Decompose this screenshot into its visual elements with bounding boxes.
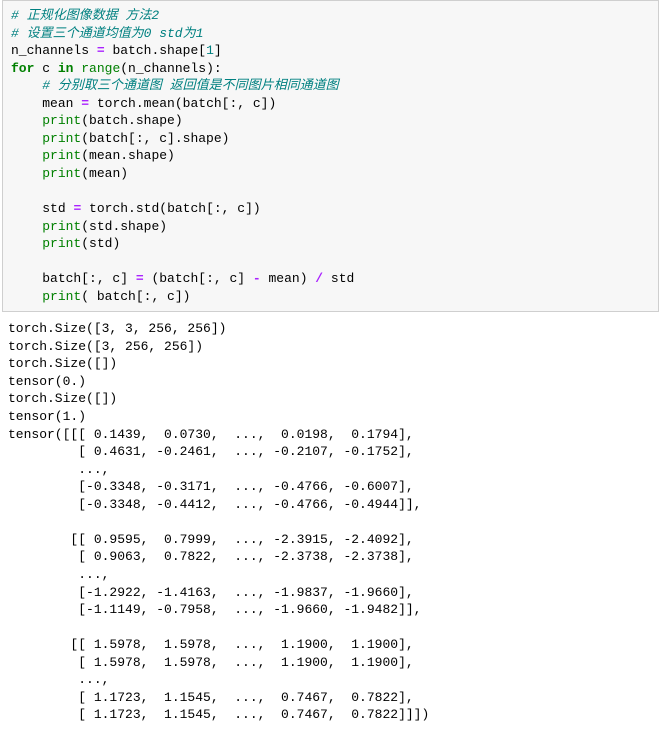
output-line: tensor(0.): [8, 374, 86, 389]
output-line: [ 0.9063, 0.7822, ..., -2.3738, -2.3738]…: [8, 549, 414, 564]
output-line: torch.Size([]): [8, 356, 117, 371]
output-line: [[ 0.9595, 0.7999, ..., -2.3915, -2.4092…: [8, 532, 414, 547]
code-line-7: print(batch.shape): [11, 113, 183, 128]
code-line-14: print(std): [11, 236, 120, 251]
comment-line-2: # 设置三个通道均值为0 std为1: [11, 26, 203, 41]
code-line-6: mean = torch.mean(batch[:, c]): [11, 96, 276, 111]
output-line: [ 0.4631, -0.2461, ..., -0.2107, -0.1752…: [8, 444, 414, 459]
output-line: tensor(1.): [8, 409, 86, 424]
output-line: [[ 1.5978, 1.5978, ..., 1.1900, 1.1900],: [8, 637, 414, 652]
code-line-5: # 分别取三个通道图 返回值是不同图片相同通道图: [11, 78, 339, 93]
output-line: [-1.2922, -1.4163, ..., -1.9837, -1.9660…: [8, 585, 414, 600]
code-line-17: print( batch[:, c]): [11, 289, 190, 304]
code-cell[interactable]: # 正规化图像数据 方法2 # 设置三个通道均值为0 std为1 n_chann…: [2, 0, 659, 312]
code-line-12: std = torch.std(batch[:, c]): [11, 201, 261, 216]
output-line: [-0.3348, -0.4412, ..., -0.4766, -0.4944…: [8, 497, 421, 512]
output-line: [ 1.5978, 1.5978, ..., 1.1900, 1.1900],: [8, 655, 414, 670]
code-line-13: print(std.shape): [11, 219, 167, 234]
output-line: tensor([[[ 0.1439, 0.0730, ..., 0.0198, …: [8, 427, 414, 442]
output-line: ...,: [8, 672, 109, 687]
code-line-8: print(batch[:, c].shape): [11, 131, 229, 146]
code-line-16: batch[:, c] = (batch[:, c] - mean) / std: [11, 271, 354, 286]
code-line-4: for c in range(n_channels):: [11, 61, 222, 76]
output-line: torch.Size([3, 3, 256, 256]): [8, 321, 226, 336]
output-line: [ 1.1723, 1.1545, ..., 0.7467, 0.7822],: [8, 690, 414, 705]
output-line: torch.Size([]): [8, 391, 117, 406]
output-line: torch.Size([3, 256, 256]): [8, 339, 203, 354]
code-line-9: print(mean.shape): [11, 148, 175, 163]
output-cell: torch.Size([3, 3, 256, 256]) torch.Size(…: [0, 316, 661, 728]
comment-line-1: # 正规化图像数据 方法2: [11, 8, 159, 23]
output-line: ...,: [8, 462, 109, 477]
output-line: [ 1.1723, 1.1545, ..., 0.7467, 0.7822]]]…: [8, 707, 429, 722]
code-line-10: print(mean): [11, 166, 128, 181]
output-line: [-1.1149, -0.7958, ..., -1.9660, -1.9482…: [8, 602, 421, 617]
output-line: [-0.3348, -0.3171, ..., -0.4766, -0.6007…: [8, 479, 414, 494]
code-line-3: n_channels = batch.shape[1]: [11, 43, 222, 58]
output-line: ...,: [8, 567, 109, 582]
